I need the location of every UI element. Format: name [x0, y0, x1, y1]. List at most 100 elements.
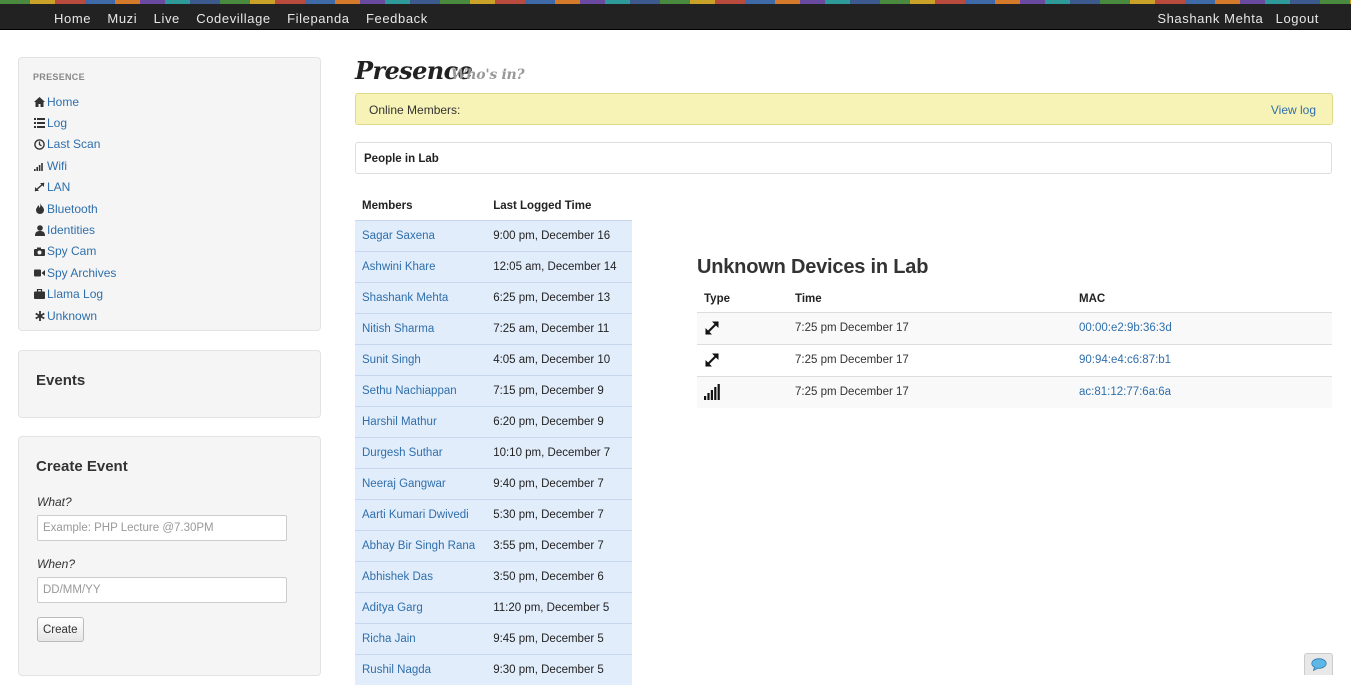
member-name-cell: Durgesh Suthar — [355, 436, 491, 468]
members-column-header: Members — [362, 200, 413, 213]
top-navbar: Home Muzi Live Codevillage Filepanda Fee… — [0, 0, 1351, 30]
sidebar-item-label: Spy Cam — [47, 244, 97, 259]
member-time-cell: 9:45 pm, December 5 — [490, 622, 632, 654]
chat-bubble-icon — [1310, 658, 1327, 671]
member-name-link[interactable]: Shashank Mehta — [362, 292, 448, 304]
page-subtitle: Who's in? — [451, 67, 525, 83]
device-mac-cell: 00:00:e2:9b:36:3d — [1072, 311, 1332, 344]
sidebar-item-label: Unknown — [47, 308, 98, 323]
device-time-cell: 7:25 pm December 17 — [788, 311, 1072, 344]
top-nav-links: Home Muzi Live Codevillage Filepanda Fee… — [54, 11, 441, 26]
device-type-cell — [697, 343, 788, 376]
create-event-button[interactable]: Create — [37, 617, 84, 642]
table-row: Sunit Singh 4:05 am, December 10 — [355, 343, 632, 375]
online-members-alert: Online Members: View log — [355, 93, 1333, 125]
video-icon — [33, 269, 46, 277]
table-row: Ashwini Khare 12:05 am, December 14 — [355, 250, 632, 282]
when-input[interactable] — [37, 577, 287, 603]
sidebar-item-spy-cam[interactable]: Spy Cam — [33, 241, 116, 262]
nav-muzi[interactable]: Muzi — [107, 11, 137, 26]
member-time-cell: 7:25 am, December 11 — [490, 312, 632, 344]
member-time-cell: 10:10 pm, December 7 — [490, 436, 632, 468]
camera-icon — [33, 247, 46, 256]
sidebar-item-identities[interactable]: Identities — [33, 219, 116, 240]
type-column-header: Type — [697, 286, 788, 313]
clock-icon — [33, 139, 46, 150]
member-name-link[interactable]: Nitish Sharma — [362, 323, 434, 335]
member-name-link[interactable]: Neeraj Gangwar — [362, 478, 446, 490]
sidebar-item-unknown[interactable]: Unknown — [33, 305, 116, 326]
table-row: Abhay Bir Singh Rana 3:55 pm, December 7 — [355, 529, 632, 561]
logout-link[interactable]: Logout — [1276, 11, 1319, 26]
member-name-cell: Aarti Kumari Dwivedi — [355, 498, 491, 530]
member-name-cell: Aditya Garg — [355, 591, 491, 623]
user-icon — [33, 224, 46, 236]
member-name-link[interactable]: Aarti Kumari Dwivedi — [362, 509, 469, 521]
nav-home[interactable]: Home — [54, 11, 91, 26]
table-row: Richa Jain 9:45 pm, December 5 — [355, 622, 632, 654]
table-row: Abhishek Das 3:50 pm, December 6 — [355, 560, 632, 592]
unknown-devices-table: Type Time MAC 7:25 pm December 17 00:00:e… — [697, 286, 1332, 408]
fire-icon — [33, 203, 46, 215]
sidebar-item-home[interactable]: Home — [33, 91, 116, 112]
member-name-link[interactable]: Abhay Bir Singh Rana — [362, 540, 475, 552]
nav-codevillage[interactable]: Codevillage — [196, 11, 271, 26]
what-input[interactable] — [37, 515, 287, 541]
sidebar-item-label: LAN — [47, 180, 71, 195]
member-time-cell: 9:40 pm, December 7 — [490, 467, 632, 499]
sidebar-item-last-scan[interactable]: Last Scan — [33, 134, 116, 155]
device-mac-link[interactable]: 90:94:e4:c6:87:b1 — [1079, 354, 1171, 366]
member-name-link[interactable]: Durgesh Suthar — [362, 447, 443, 459]
sidebar-item-lan[interactable]: LAN — [33, 177, 116, 198]
member-name-link[interactable]: Richa Jain — [362, 633, 416, 645]
sidebar-item-llama-log[interactable]: Llama Log — [33, 284, 116, 305]
lan-icon — [704, 353, 720, 367]
device-mac-link[interactable]: ac:81:12:77:6a:6a — [1079, 386, 1171, 398]
sidebar-item-wifi[interactable]: Wifi — [33, 155, 116, 176]
resize-icon — [33, 182, 46, 192]
member-name-link[interactable]: Abhishek Das — [362, 571, 433, 583]
people-in-lab-panel: People in Lab — [355, 142, 1332, 174]
member-name-link[interactable]: Sethu Nachiappan — [362, 385, 457, 397]
member-name-link[interactable]: Sagar Saxena — [362, 230, 435, 242]
members-header-row: Members Last Logged Time — [355, 193, 632, 220]
member-time-cell: 12:05 am, December 14 — [490, 250, 632, 282]
member-name-cell: Harshil Mathur — [355, 405, 491, 437]
table-row: Shashank Mehta 6:25 pm, December 13 — [355, 281, 632, 313]
time-column-header: Time — [788, 286, 1072, 313]
table-row: Nitish Sharma 7:25 am, December 11 — [355, 312, 632, 344]
nav-filepanda[interactable]: Filepanda — [287, 11, 350, 26]
device-type-cell — [697, 311, 788, 344]
sidebar-header: PRESENCE — [33, 72, 85, 82]
lan-icon — [704, 321, 720, 335]
device-mac-cell: 90:94:e4:c6:87:b1 — [1072, 343, 1332, 376]
member-name-cell: Abhishek Das — [355, 560, 491, 592]
people-in-lab-title: People in Lab — [364, 153, 439, 165]
member-name-link[interactable]: Ashwini Khare — [362, 261, 436, 273]
list-icon — [33, 118, 46, 129]
member-name-link[interactable]: Harshil Mathur — [362, 416, 437, 428]
table-row: Durgesh Suthar 10:10 pm, December 7 — [355, 436, 632, 468]
sidebar-item-spy-archives[interactable]: Spy Archives — [33, 262, 116, 283]
member-name-link[interactable]: Rushil Nagda — [362, 664, 431, 676]
device-mac-link[interactable]: 00:00:e2:9b:36:3d — [1079, 322, 1172, 334]
mac-column-header: MAC — [1072, 286, 1332, 313]
user-name-link[interactable]: Shashank Mehta — [1157, 11, 1263, 26]
sidebar-item-label: Spy Archives — [47, 265, 117, 280]
sidebar-item-label: Home — [47, 94, 80, 109]
chat-button[interactable] — [1304, 653, 1333, 675]
nav-feedback[interactable]: Feedback — [366, 11, 428, 26]
sidebar-item-label: Wifi — [47, 158, 67, 173]
member-name-link[interactable]: Aditya Garg — [362, 602, 423, 614]
nav-live[interactable]: Live — [154, 11, 180, 26]
online-members-label: Online Members: — [369, 103, 461, 117]
unknown-devices-title: Unknown Devices in Lab — [697, 256, 929, 278]
member-name-link[interactable]: Sunit Singh — [362, 354, 421, 366]
view-log-link[interactable]: View log — [1271, 103, 1316, 117]
sidebar-item-log[interactable]: Log — [33, 112, 116, 133]
member-name-cell: Rushil Nagda — [355, 653, 491, 685]
table-row: Aditya Garg 11:20 pm, December 5 — [355, 591, 632, 623]
member-name-cell: Nitish Sharma — [355, 312, 491, 344]
member-time-cell: 9:00 pm, December 16 — [490, 219, 632, 251]
sidebar-item-bluetooth[interactable]: Bluetooth — [33, 198, 116, 219]
